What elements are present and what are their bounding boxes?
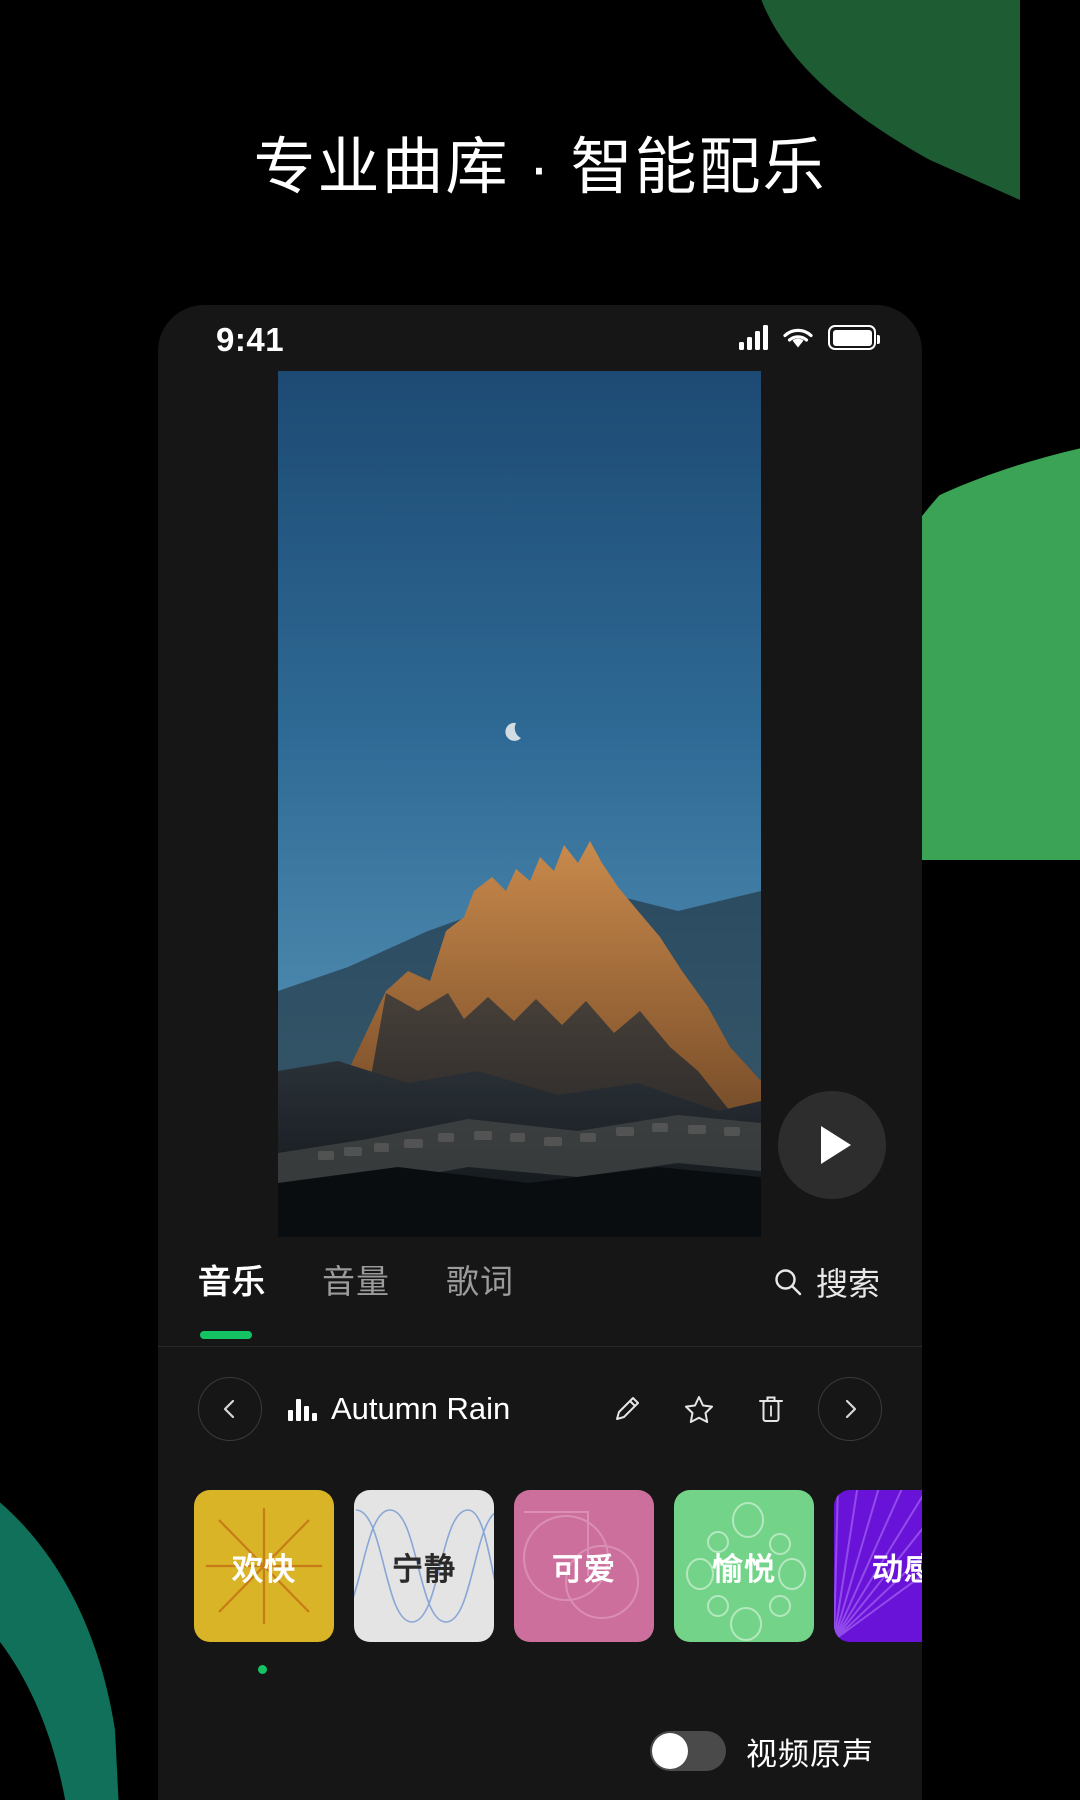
next-track-button[interactable] — [818, 1377, 882, 1441]
page-headline: 专业曲库 · 智能配乐 — [253, 133, 827, 202]
mood-card-joyful[interactable]: 愉悦 — [674, 1490, 814, 1642]
equalizer-icon — [288, 1397, 317, 1421]
mood-card-cute[interactable]: 可爱 — [514, 1490, 654, 1642]
mood-label: 可爱 — [552, 1551, 616, 1587]
mood-label: 动感 — [872, 1551, 922, 1587]
mood-label: 宁静 — [392, 1551, 456, 1587]
original-sound-row: 视频原声 — [158, 1691, 922, 1800]
trash-icon[interactable] — [754, 1392, 788, 1426]
pagination-dots — [158, 1661, 922, 1691]
track-title: Autumn Rain — [331, 1391, 511, 1426]
chevron-left-icon — [219, 1398, 241, 1420]
phone-mockup: 9:41 音乐 音量 歌词 搜索 Autumn Rain 欢快 宁静 可爱 愉悦… — [158, 305, 922, 1800]
track-actions — [610, 1392, 788, 1426]
battery-full-icon — [828, 325, 880, 350]
wifi-icon — [782, 326, 814, 350]
mood-card-strip[interactable]: 欢快 宁静 可爱 愉悦 动感 — [158, 1471, 922, 1661]
pagination-dot-active[interactable] — [258, 1665, 267, 1674]
mood-card-calm[interactable]: 宁静 — [354, 1490, 494, 1642]
status-time: 9:41 — [216, 321, 285, 358]
chevron-right-icon — [839, 1398, 861, 1420]
tab-music[interactable]: 音乐 — [198, 1255, 266, 1339]
mood-label: 欢快 — [232, 1551, 296, 1587]
previous-track-button[interactable] — [198, 1377, 262, 1441]
mood-card-cheerful[interactable]: 欢快 — [194, 1490, 334, 1642]
status-bar: 9:41 — [158, 305, 922, 371]
promo-screenshot: 专业曲库 · 智能配乐 9:41 音乐 音量 歌词 搜索 Autumn Rain… — [0, 0, 1080, 1800]
cellular-signal-icon — [739, 325, 768, 350]
original-sound-label: 视频原声 — [746, 1736, 874, 1772]
tab-volume[interactable]: 音量 — [322, 1255, 390, 1313]
play-button[interactable] — [778, 1091, 886, 1199]
video-preview-area — [158, 371, 922, 1237]
search-label: 搜索 — [815, 1266, 880, 1302]
play-icon — [821, 1126, 851, 1164]
editor-tab-bar: 音乐 音量 歌词 搜索 — [158, 1237, 922, 1347]
track-selector-row: Autumn Rain — [158, 1347, 922, 1471]
original-sound-toggle[interactable] — [650, 1731, 726, 1771]
toggle-knob — [652, 1733, 688, 1769]
video-thumbnail[interactable] — [278, 371, 761, 1237]
status-icons — [739, 325, 880, 350]
tab-lyrics[interactable]: 歌词 — [446, 1255, 514, 1313]
current-track[interactable]: Autumn Rain — [288, 1391, 610, 1427]
search-icon — [773, 1267, 803, 1297]
star-icon[interactable] — [682, 1392, 716, 1426]
search-button[interactable]: 搜索 — [773, 1259, 880, 1305]
pencil-icon[interactable] — [610, 1392, 644, 1426]
mood-card-dynamic[interactable]: 动感 — [834, 1490, 922, 1642]
mood-label: 愉悦 — [712, 1551, 776, 1587]
